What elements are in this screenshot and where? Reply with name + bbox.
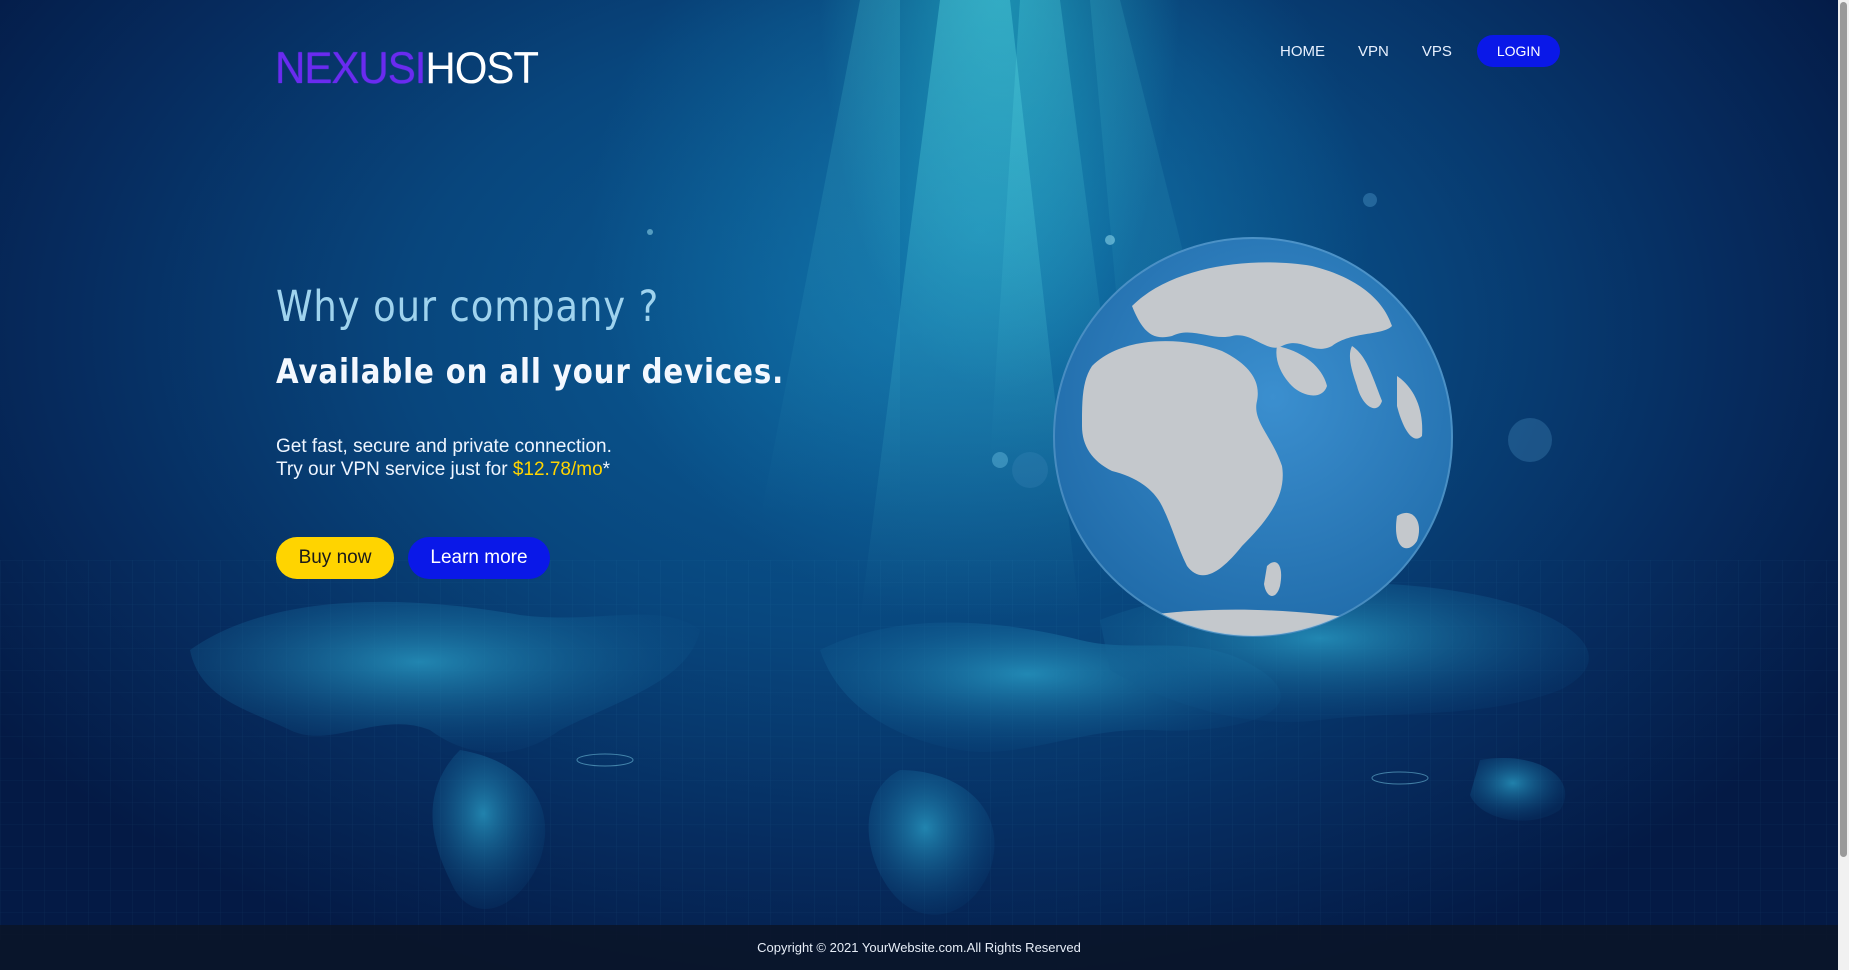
nav-vps[interactable]: VPS (1422, 43, 1452, 60)
hero-subtitle: Available on all your devices. (276, 352, 785, 392)
scrollbar-thumb[interactable] (1840, 2, 1847, 857)
login-button[interactable]: LOGIN (1476, 35, 1561, 67)
hero-title: Why our company ? (276, 282, 660, 332)
nav-home[interactable]: HOME (1280, 43, 1325, 60)
hero-line-1: Get fast, secure and private connection. (276, 436, 612, 457)
hero-background: NEXUSIHOST HOME VPN VPS LOGIN Why our co… (0, 0, 1838, 970)
copyright-text: Copyright © 2021 YourWebsite.com.All Rig… (757, 940, 1081, 955)
hero-line-2-prefix: Try our VPN service just for (276, 459, 513, 480)
nav-vpn[interactable]: VPN (1358, 43, 1389, 60)
hero-line-2-suffix: * (602, 459, 611, 480)
world-map-background (0, 560, 1838, 940)
main-nav: HOME VPN VPS LOGIN (1280, 35, 1561, 67)
logo-text-nexusi: NEXUSI (275, 42, 426, 93)
hero-description: Get fast, secure and private connection.… (276, 435, 612, 481)
site-logo[interactable]: NEXUSIHOST (275, 42, 539, 93)
learn-more-button[interactable]: Learn more (408, 537, 550, 579)
logo-text-host: HOST (425, 42, 539, 93)
price-text: $12.78/mo (512, 459, 603, 480)
footer: Copyright © 2021 YourWebsite.com.All Rig… (0, 925, 1838, 970)
buy-now-button[interactable]: Buy now (276, 537, 394, 579)
globe-illustration (1053, 237, 1453, 637)
